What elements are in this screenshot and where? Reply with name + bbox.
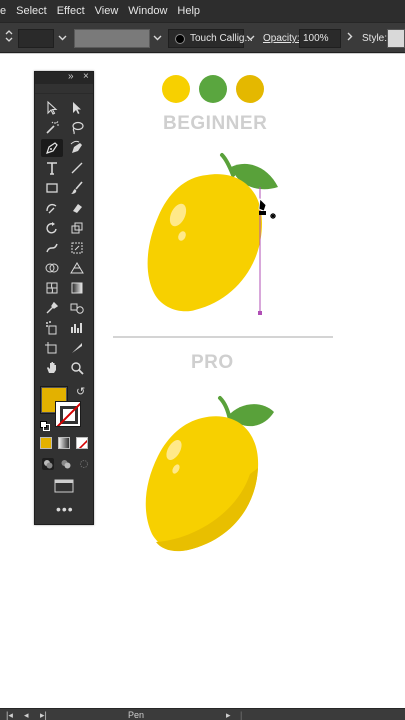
opacity-value: 100% [303, 33, 329, 44]
default-fill-stroke-icon[interactable] [40, 418, 50, 431]
mesh-tool-icon[interactable] [41, 279, 63, 297]
graphic-style-swatch[interactable] [387, 29, 405, 48]
lemon-stem [220, 153, 235, 177]
draw-behind-icon[interactable] [59, 457, 73, 471]
tools-panel-header[interactable]: » × [35, 71, 93, 84]
current-tool-name: Pen [128, 710, 145, 720]
magic-wand-tool-icon[interactable] [41, 119, 63, 137]
curvature-tool-icon[interactable] [66, 139, 88, 157]
type-tool-icon[interactable] [41, 159, 63, 177]
menu-item-window[interactable]: Window [123, 0, 172, 22]
lemon-body [147, 174, 262, 312]
tools-panel[interactable]: » × ↺ ••• [34, 71, 94, 525]
next-artboard-icon[interactable]: ▸| [40, 709, 47, 720]
style-label: Style: [362, 33, 388, 44]
eyedropper-tool-icon[interactable] [41, 299, 63, 317]
opacity-label[interactable]: Opacity: [263, 29, 300, 48]
blend-tool-icon[interactable] [66, 299, 88, 317]
shape-builder-tool-icon[interactable] [41, 259, 63, 277]
perspective-grid-tool-icon[interactable] [66, 259, 88, 277]
first-artboard-icon[interactable]: |◂ [6, 709, 13, 720]
chevron-down-icon[interactable] [150, 29, 164, 48]
screen-mode-icon[interactable] [54, 479, 74, 493]
shaper-tool-icon[interactable] [41, 199, 63, 217]
swatch-green [199, 75, 227, 103]
section-divider [113, 336, 333, 338]
menu-item-effect[interactable]: Effect [52, 0, 90, 22]
selection-tool-icon[interactable] [41, 99, 63, 117]
pen-tool-icon[interactable] [41, 139, 63, 157]
menu-bar: e Select Effect View Window Help [0, 0, 405, 22]
beginner-lemon[interactable] [140, 145, 290, 320]
menu-item-type[interactable]: e [0, 0, 11, 22]
rotate-tool-icon[interactable] [41, 219, 63, 237]
gradient-tool-icon[interactable] [66, 279, 88, 297]
menu-item-help[interactable]: Help [172, 0, 205, 22]
line-segment-tool-icon[interactable] [66, 159, 88, 177]
pro-lemon[interactable] [140, 390, 290, 560]
symbol-sprayer-tool-icon[interactable] [41, 319, 63, 337]
anchor-point [258, 311, 262, 315]
draw-inside-icon[interactable] [77, 457, 91, 471]
gradient-mode-icon[interactable] [58, 437, 70, 449]
previous-artboard-icon[interactable]: ◂ [24, 709, 29, 720]
draw-normal-icon[interactable] [41, 457, 55, 471]
warp-tool-icon[interactable] [41, 239, 63, 257]
chevron-down-icon[interactable] [55, 29, 69, 48]
swatch-dark-yellow [236, 75, 264, 103]
pro-heading: PRO [191, 352, 234, 373]
artboard-edge [0, 53, 405, 54]
brush-definition-dropdown[interactable]: Touch Callig... [168, 29, 253, 48]
opacity-field[interactable]: 100% [299, 29, 341, 48]
menu-item-select[interactable]: Select [11, 0, 52, 22]
status-separator: | [240, 710, 243, 720]
artboard-tool-icon[interactable] [41, 339, 63, 357]
slice-tool-icon[interactable] [66, 339, 88, 357]
status-bar: |◂ ◂ ▸| Pen ▸ | [0, 708, 405, 720]
rectangle-tool-icon[interactable] [41, 179, 63, 197]
scale-tool-icon[interactable] [66, 219, 88, 237]
brush-dot-icon [175, 34, 185, 44]
control-bar: Touch Callig... Opacity: 100% Style: [0, 22, 405, 53]
direct-selection-tool-icon[interactable] [66, 99, 88, 117]
chevron-down-icon[interactable] [243, 29, 257, 48]
collapse-icon[interactable]: » [68, 71, 74, 82]
tools-panel-grip[interactable] [35, 84, 93, 94]
lasso-tool-icon[interactable] [66, 119, 88, 137]
color-mode-icon[interactable] [40, 437, 52, 449]
menu-item-view[interactable]: View [90, 0, 124, 22]
none-mode-icon[interactable] [76, 437, 88, 449]
stroke-stepper-icon[interactable] [2, 29, 16, 48]
swap-fill-stroke-icon[interactable]: ↺ [76, 385, 85, 398]
free-transform-tool-icon[interactable] [66, 239, 88, 257]
status-menu-icon[interactable]: ▸ [226, 709, 231, 720]
paintbrush-tool-icon[interactable] [66, 179, 88, 197]
pen-cursor-icon [258, 198, 276, 219]
chevron-right-icon[interactable] [343, 29, 357, 48]
zoom-tool-icon[interactable] [66, 359, 88, 377]
column-graph-tool-icon[interactable] [66, 319, 88, 337]
stroke-weight-field[interactable] [18, 29, 54, 48]
eraser-tool-icon[interactable] [66, 199, 88, 217]
edit-toolbar-icon[interactable]: ••• [56, 502, 74, 516]
hand-tool-icon[interactable] [41, 359, 63, 377]
variable-width-profile[interactable] [74, 29, 150, 48]
stroke-swatch[interactable] [55, 401, 81, 427]
swatch-yellow [162, 75, 190, 103]
close-icon[interactable]: × [83, 71, 89, 82]
beginner-heading: BEGINNER [163, 113, 268, 134]
